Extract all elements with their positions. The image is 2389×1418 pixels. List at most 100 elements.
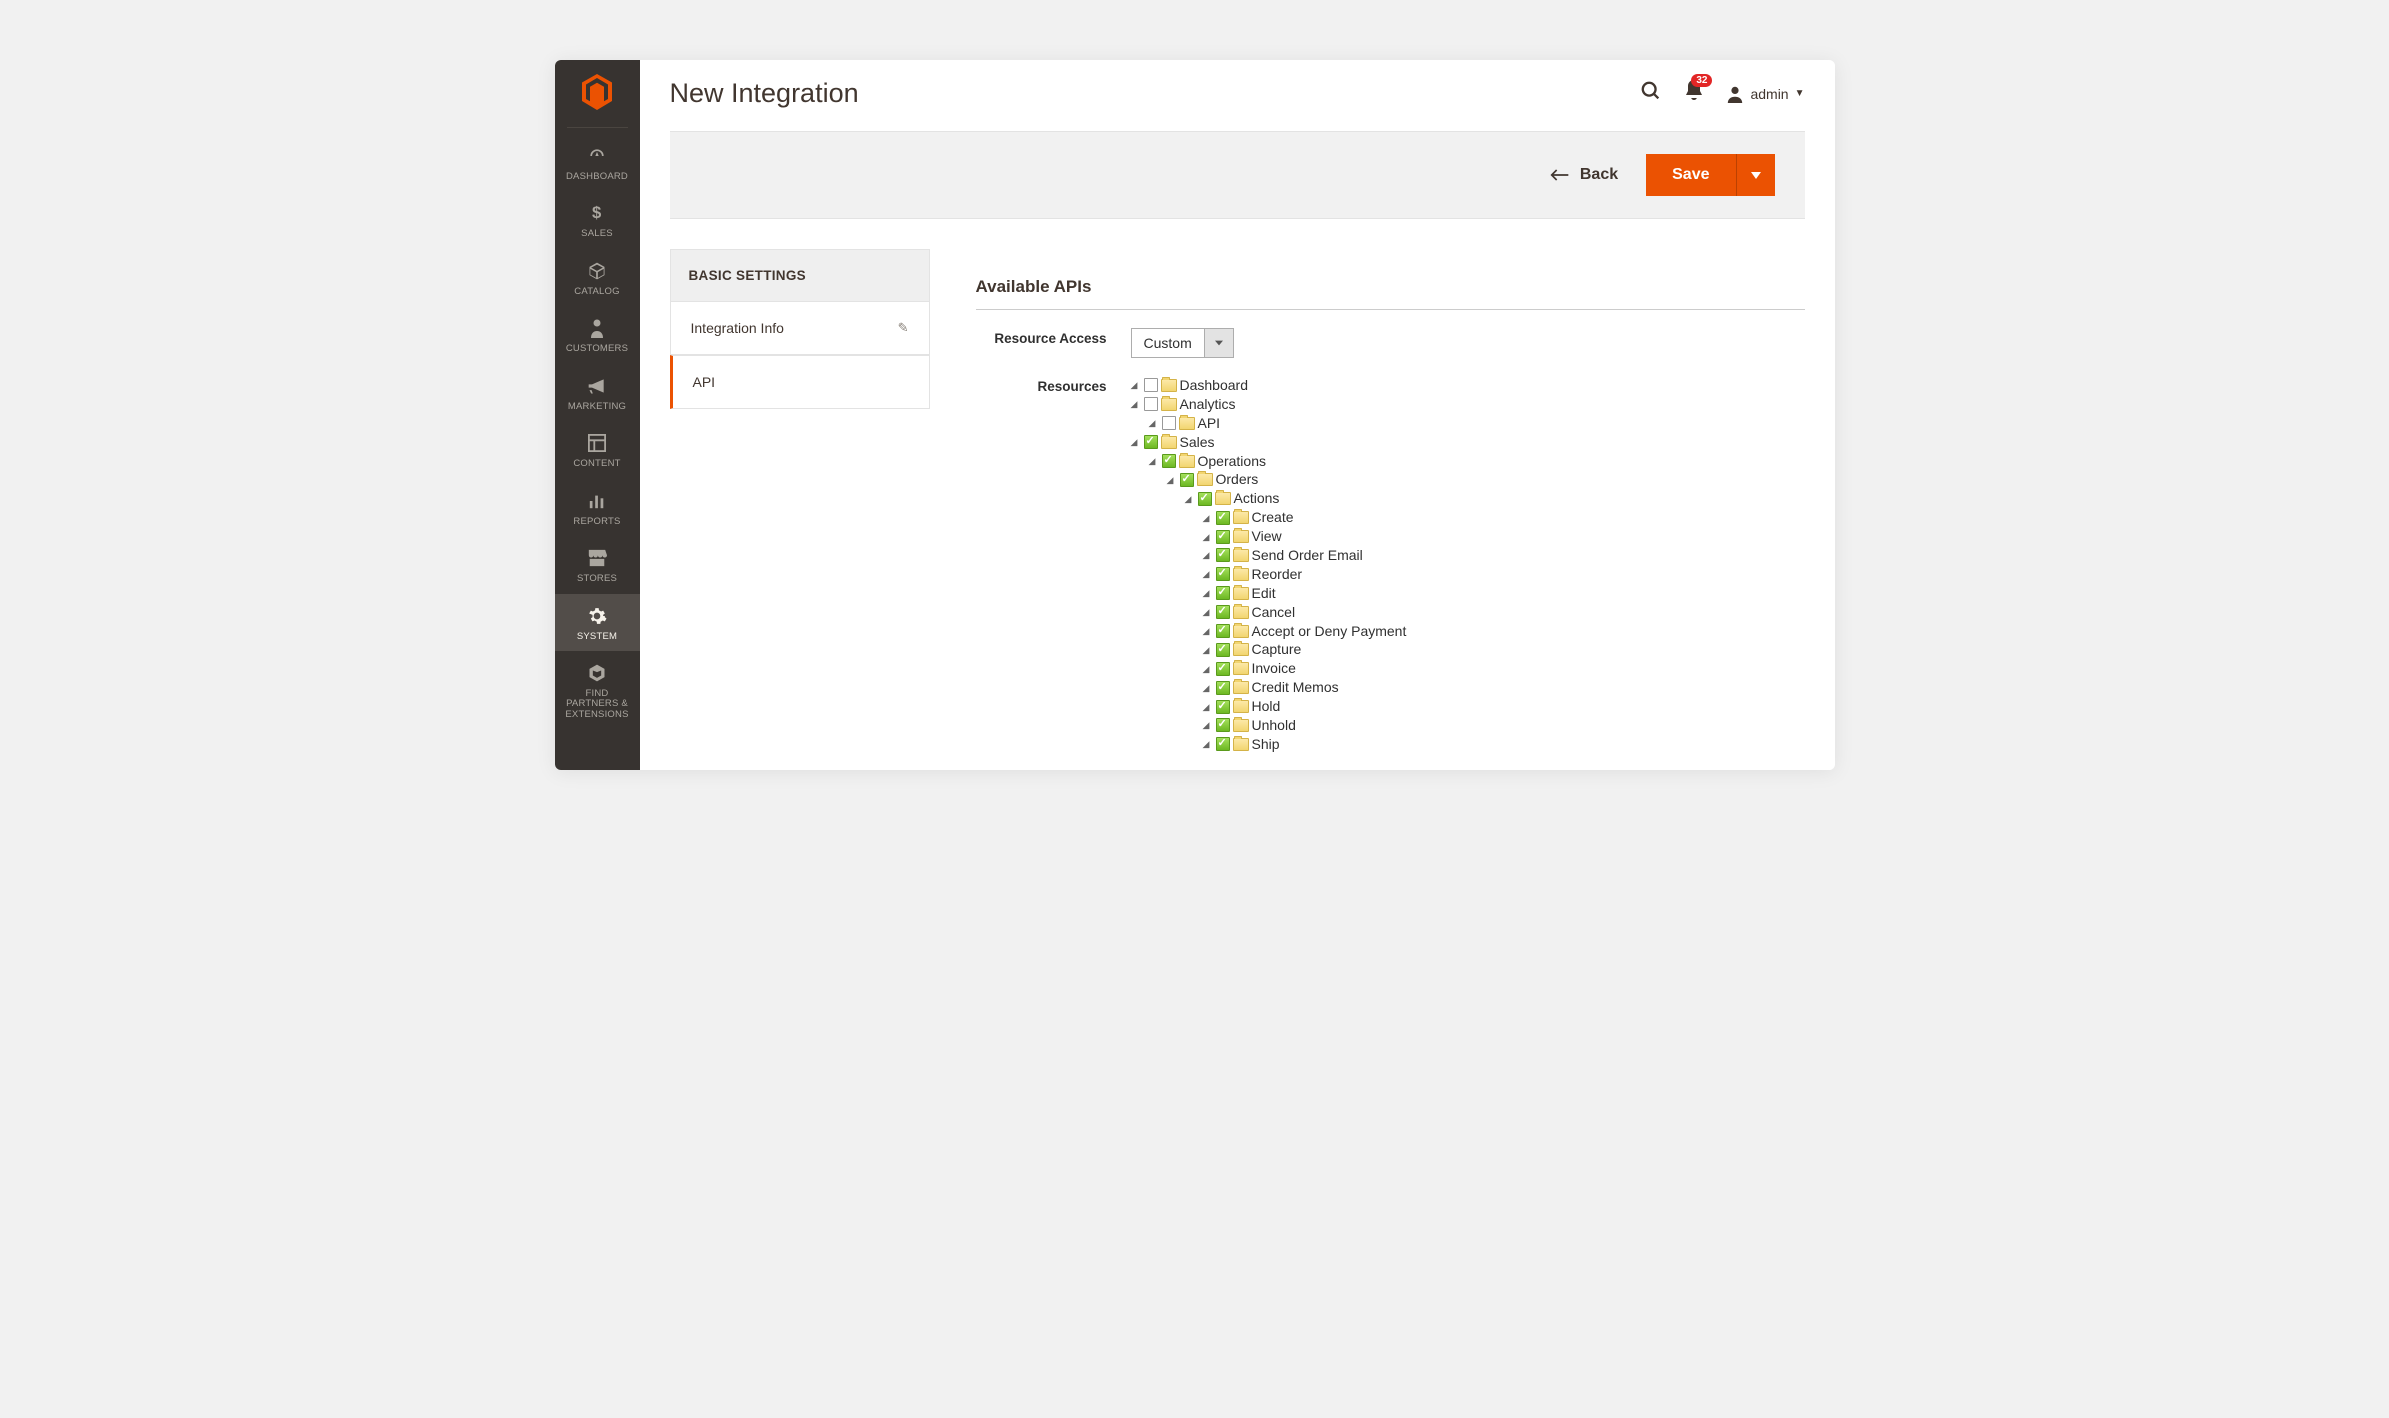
tree-toggle-icon[interactable]: ◢ <box>1203 738 1213 750</box>
tree-node[interactable]: ◢Send Order Email <box>1203 546 1805 565</box>
tab-label: Integration Info <box>691 320 784 336</box>
tree-node[interactable]: ◢ Capture <box>1203 640 1805 659</box>
tree-node[interactable]: ◢API <box>1149 414 1805 433</box>
tree-node[interactable]: ◢Analytics <box>1131 395 1805 414</box>
magento-logo[interactable] <box>567 60 628 128</box>
resources-label: Resources <box>976 376 1131 754</box>
admin-user-menu[interactable]: admin ▼ <box>1726 85 1804 103</box>
tree-toggle-icon[interactable]: ◢ <box>1203 549 1213 561</box>
tree-node[interactable]: ◢Edit <box>1203 584 1805 603</box>
tree-toggle-icon[interactable]: ◢ <box>1203 625 1213 637</box>
sidebar-item-reports[interactable]: REPORTS <box>555 479 640 536</box>
tree-node[interactable]: ◢Accept or Deny Payment <box>1203 622 1805 641</box>
tree-checkbox[interactable] <box>1216 718 1230 732</box>
resource-access-select[interactable]: Custom <box>1131 328 1234 358</box>
tree-node[interactable]: ◢Unhold <box>1203 716 1805 735</box>
search-icon <box>1640 80 1662 102</box>
page-header: New Integration 32 admin ▼ <box>640 60 1835 131</box>
tree-toggle-icon[interactable]: ◢ <box>1203 512 1213 524</box>
folder-icon <box>1233 738 1249 751</box>
tree-checkbox[interactable] <box>1216 643 1230 657</box>
tree-toggle-icon[interactable]: ◢ <box>1203 531 1213 543</box>
tree-node[interactable]: ◢Credit Memos <box>1203 678 1805 697</box>
folder-icon <box>1233 549 1249 562</box>
tree-checkbox[interactable] <box>1198 492 1212 506</box>
tree-checkbox[interactable] <box>1216 737 1230 751</box>
save-button[interactable]: Save <box>1646 154 1735 196</box>
tree-checkbox[interactable] <box>1144 435 1158 449</box>
tree-checkbox[interactable] <box>1216 624 1230 638</box>
sidebar-label: MARKETING <box>568 402 626 412</box>
tree-toggle-icon[interactable]: ◢ <box>1131 379 1141 391</box>
sidebar-item-dashboard[interactable]: DASHBOARD <box>555 134 640 191</box>
folder-icon <box>1233 719 1249 732</box>
tree-checkbox[interactable] <box>1216 605 1230 619</box>
tree-checkbox[interactable] <box>1216 567 1230 581</box>
tree-toggle-icon[interactable]: ◢ <box>1203 644 1213 656</box>
tree-label: Orders <box>1216 470 1259 489</box>
tree-checkbox[interactable] <box>1216 662 1230 676</box>
notifications-button[interactable]: 32 <box>1684 80 1704 107</box>
tree-toggle-icon[interactable]: ◢ <box>1167 474 1177 486</box>
tab-api[interactable]: API <box>670 355 930 409</box>
tree-label: Capture <box>1252 640 1302 659</box>
tree-checkbox[interactable] <box>1216 700 1230 714</box>
tree-checkbox[interactable] <box>1216 548 1230 562</box>
save-dropdown-button[interactable] <box>1736 154 1775 196</box>
sidebar-item-content[interactable]: CONTENT <box>555 421 640 478</box>
tree-toggle-icon[interactable]: ◢ <box>1131 436 1141 448</box>
tab-integration-info[interactable]: Integration Info ✎ <box>670 301 930 355</box>
tree-toggle-icon[interactable]: ◢ <box>1203 587 1213 599</box>
tree-checkbox[interactable] <box>1216 511 1230 525</box>
sidebar-item-catalog[interactable]: CATALOG <box>555 249 640 306</box>
arrow-left-icon <box>1550 168 1570 182</box>
tree-toggle-icon[interactable]: ◢ <box>1131 398 1141 410</box>
tree-toggle-icon[interactable]: ◢ <box>1203 682 1213 694</box>
tree-node[interactable]: ◢Invoice <box>1203 659 1805 678</box>
tree-node[interactable]: ◢Reorder <box>1203 565 1805 584</box>
folder-icon <box>1233 662 1249 675</box>
admin-sidebar: DASHBOARD $ SALES CATALOG CUSTOMERS MARK… <box>555 60 640 770</box>
tree-checkbox[interactable] <box>1144 378 1158 392</box>
tree-toggle-icon[interactable]: ◢ <box>1203 663 1213 675</box>
tree-toggle-icon[interactable]: ◢ <box>1203 568 1213 580</box>
tree-toggle-icon[interactable]: ◢ <box>1203 719 1213 731</box>
tree-toggle-icon[interactable]: ◢ <box>1185 493 1195 505</box>
tree-node[interactable]: ◢ Orders <box>1167 470 1805 489</box>
tree-checkbox[interactable] <box>1162 454 1176 468</box>
sidebar-item-system[interactable]: SYSTEM <box>555 594 640 651</box>
tree-node[interactable]: ◢Ship <box>1203 735 1805 754</box>
tree-checkbox[interactable] <box>1216 530 1230 544</box>
sidebar-item-partners[interactable]: FIND PARTNERS & EXTENSIONS <box>555 651 640 729</box>
tree-checkbox[interactable] <box>1144 397 1158 411</box>
tree-node[interactable]: ◢Cancel <box>1203 603 1805 622</box>
tree-checkbox[interactable] <box>1216 586 1230 600</box>
tree-checkbox[interactable] <box>1162 416 1176 430</box>
tree-node[interactable]: ◢Dashboard <box>1131 376 1805 395</box>
tree-node[interactable]: ◢View <box>1203 527 1805 546</box>
back-button[interactable]: Back <box>1550 166 1618 184</box>
tree-children: ◢Create◢View◢Send Order Email◢Reorder◢Ed… <box>1185 508 1805 754</box>
tree-node[interactable]: ◢Create <box>1203 508 1805 527</box>
save-button-group: Save <box>1646 154 1774 196</box>
tree-toggle-icon[interactable]: ◢ <box>1203 606 1213 618</box>
tree-checkbox[interactable] <box>1180 473 1194 487</box>
sidebar-item-marketing[interactable]: MARKETING <box>555 364 640 421</box>
tree-node[interactable]: ◢Operations <box>1149 452 1805 471</box>
tree-toggle-icon[interactable]: ◢ <box>1149 417 1159 429</box>
tree-toggle-icon[interactable]: ◢ <box>1203 701 1213 713</box>
tree-label: Sales <box>1180 433 1215 452</box>
folder-icon <box>1161 379 1177 392</box>
tree-toggle-icon[interactable]: ◢ <box>1149 455 1159 467</box>
sidebar-item-customers[interactable]: CUSTOMERS <box>555 306 640 363</box>
tree-node[interactable]: ◢Hold <box>1203 697 1805 716</box>
tree-node[interactable]: ◢Actions <box>1185 489 1805 508</box>
tree-checkbox[interactable] <box>1216 681 1230 695</box>
tree-node[interactable]: ◢ Sales <box>1131 433 1805 452</box>
app-window: DASHBOARD $ SALES CATALOG CUSTOMERS MARK… <box>555 60 1835 770</box>
sidebar-item-stores[interactable]: STORES <box>555 536 640 593</box>
sidebar-item-sales[interactable]: $ SALES <box>555 191 640 248</box>
gear-icon <box>586 605 608 627</box>
caret-down-icon: ▼ <box>1795 88 1805 99</box>
search-button[interactable] <box>1640 80 1662 107</box>
